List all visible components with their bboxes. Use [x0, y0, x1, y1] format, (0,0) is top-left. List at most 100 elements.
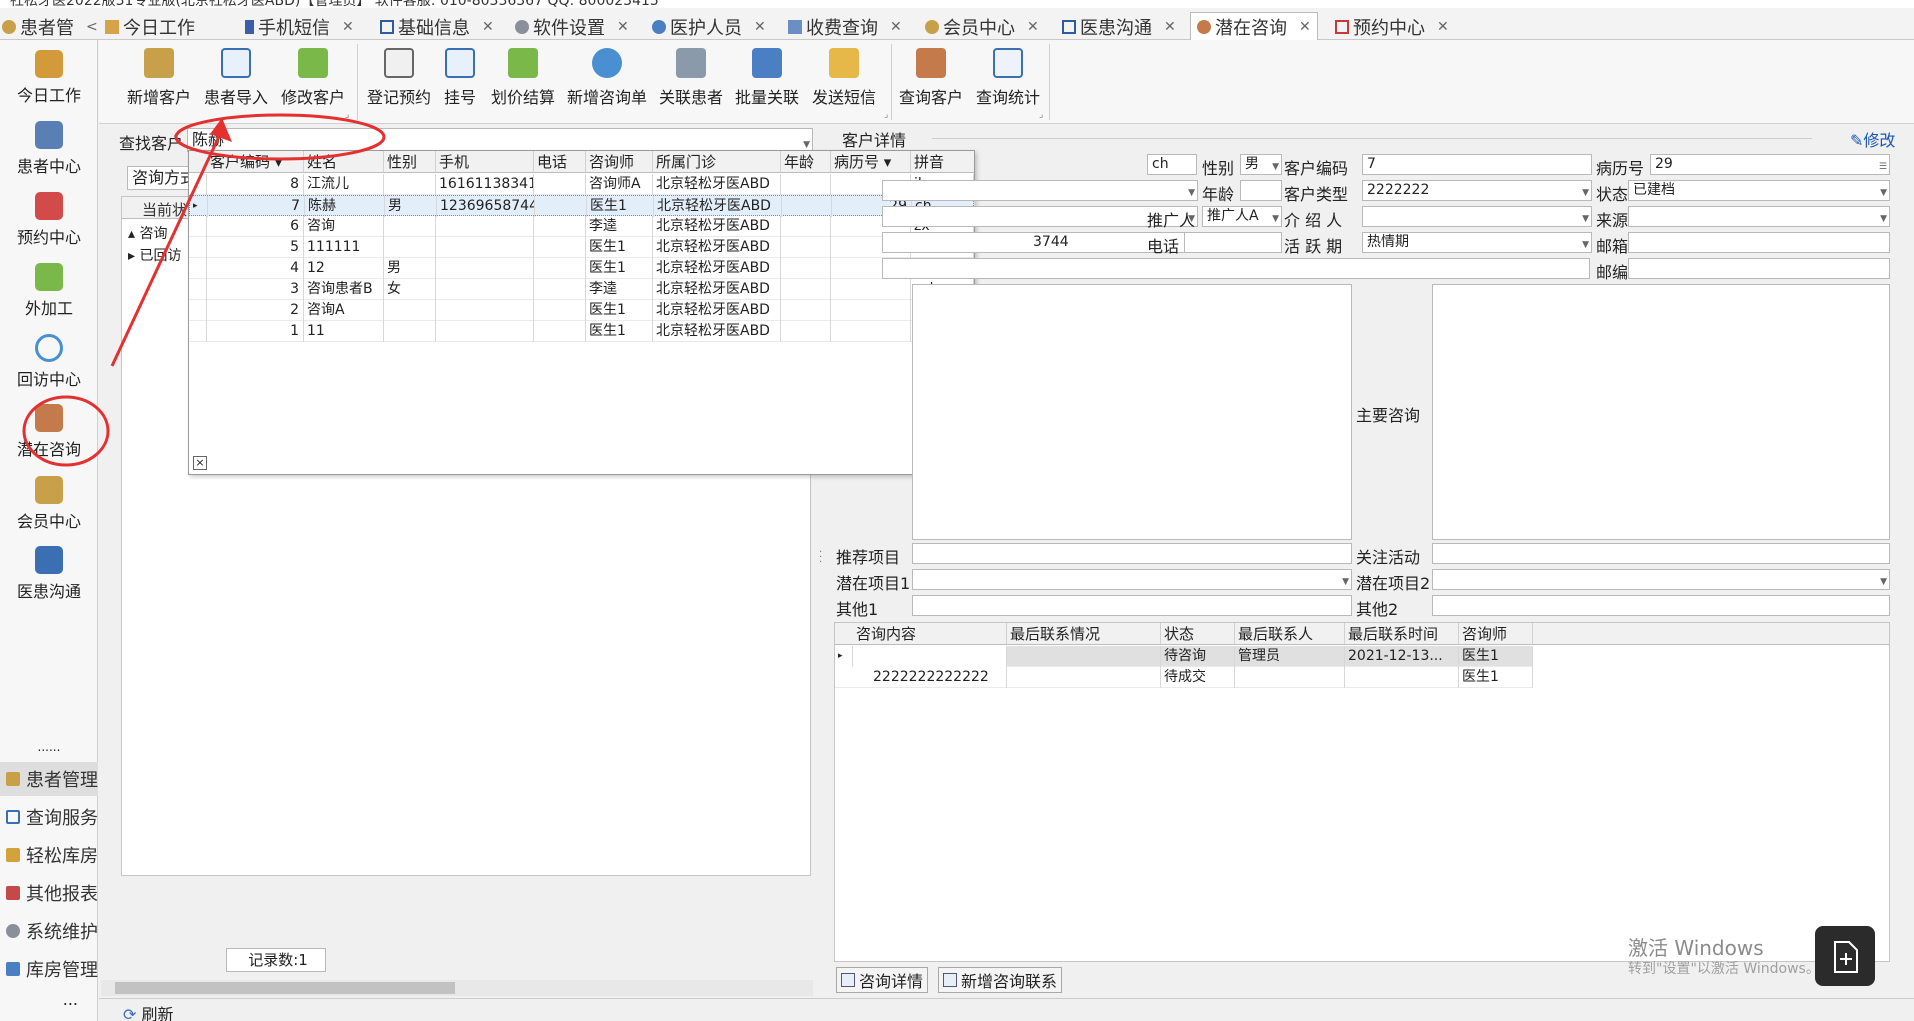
consult-detail-button[interactable]: 咨询详情 — [836, 967, 929, 993]
column-header[interactable]: 客户编码 ▾ — [207, 151, 304, 172]
search-input[interactable]: 陈赫 ▼ — [187, 128, 813, 152]
register-button[interactable]: 挂号 — [444, 48, 476, 108]
register-appointment-button[interactable]: 登记预约 — [367, 48, 431, 108]
tab-settings[interactable]: 软件设置 ✕ — [515, 14, 629, 40]
chevron-down-icon[interactable]: ▼ — [1880, 184, 1887, 200]
column-header[interactable]: 所属门诊 — [653, 151, 781, 172]
gender-select[interactable]: 男 ▼ — [1240, 154, 1282, 175]
chevron-down-icon[interactable]: ▼ — [1582, 184, 1589, 200]
nav-warehouse[interactable]: 轻松库房 — [0, 838, 98, 872]
source-select[interactable]: ▼ — [1628, 206, 1890, 227]
tree-row[interactable]: ▸ 已回访 — [128, 245, 181, 265]
refresh-button[interactable]: ⟳ 刷新 — [123, 1001, 174, 1021]
nav-potential-consult[interactable]: 潜在咨询 — [0, 404, 98, 460]
nav-patient-mgmt[interactable]: 患者管理 — [0, 762, 98, 796]
other1-field[interactable] — [912, 595, 1352, 616]
nav-maintenance[interactable]: 系统维护 — [0, 914, 98, 948]
nav-ellipsis[interactable]: ... — [0, 990, 98, 1009]
code-field[interactable]: 7 — [1362, 154, 1592, 175]
other2-field[interactable] — [1432, 595, 1890, 616]
tab-appointment[interactable]: 预约中心 ✕ — [1335, 14, 1449, 40]
group-expand-icon[interactable]: ⌟ — [1039, 110, 1043, 120]
nav-more[interactable]: ...... — [0, 740, 98, 754]
table-row[interactable]: 2222222222222 待成交 医生1 — [835, 667, 1533, 688]
close-icon[interactable]: ✕ — [1299, 19, 1311, 35]
tab-potential-consult[interactable]: 潜在咨询 ✕ — [1190, 12, 1318, 40]
query-stats-button[interactable]: 查询统计 — [976, 48, 1040, 108]
chevron-down-icon[interactable]: ▼ — [1582, 210, 1589, 226]
phone-field[interactable] — [1184, 232, 1282, 253]
column-header[interactable]: 最后联系时间 — [1345, 623, 1459, 644]
zip-field[interactable] — [1628, 258, 1890, 279]
chevron-down-icon[interactable]: ▼ — [1342, 573, 1349, 589]
type-select[interactable]: 2222222 ▼ — [1362, 180, 1592, 201]
group-expand-icon[interactable]: ⌟ — [884, 110, 888, 120]
active-select[interactable]: 热情期 ▼ — [1362, 232, 1592, 253]
column-header[interactable]: 状态 — [1161, 623, 1235, 644]
scroll-thumb[interactable] — [115, 982, 455, 994]
nav-member[interactable]: 会员中心 — [0, 476, 98, 532]
tab-member[interactable]: 会员中心 ✕ — [925, 14, 1039, 40]
column-header[interactable]: 最后联系情况 — [1007, 623, 1161, 644]
notes-textarea[interactable] — [912, 284, 1352, 540]
tab-communication[interactable]: 医患沟通 ✕ — [1062, 14, 1176, 40]
email-field[interactable] — [1628, 232, 1890, 253]
chevron-down-icon[interactable]: ▼ — [1880, 210, 1887, 226]
chevron-down-icon[interactable]: ▼ — [1272, 210, 1279, 226]
edit-link[interactable]: ✎修改 — [1850, 127, 1895, 151]
close-icon[interactable]: ✕ — [482, 19, 494, 35]
column-header[interactable]: 电话 — [534, 151, 586, 172]
age-field[interactable] — [1240, 180, 1282, 201]
chevron-left-icon[interactable]: < — [86, 19, 98, 35]
pinyin-field[interactable]: ch — [1147, 154, 1197, 175]
chevron-down-icon[interactable]: ▼ — [1582, 236, 1589, 252]
new-document-fab[interactable] — [1815, 926, 1875, 986]
import-patient-button[interactable]: 患者导入 — [204, 48, 268, 108]
batch-link-button[interactable]: 批量关联 — [735, 48, 799, 108]
status-select[interactable]: 已建档 ▼ — [1628, 180, 1890, 201]
nav-appointment[interactable]: 预约中心 — [0, 192, 98, 248]
close-icon[interactable]: ✕ — [1437, 19, 1449, 35]
close-icon[interactable]: ✕ — [754, 19, 766, 35]
close-icon[interactable]: ✕ — [342, 19, 354, 35]
close-icon[interactable]: ✕ — [1027, 19, 1039, 35]
promoter-select[interactable]: 推广人A ▼ — [1202, 206, 1282, 227]
edit-customer-button[interactable]: 修改客户 — [281, 48, 345, 108]
table-row[interactable]: ▸ 待咨询 管理员 2021-12-13... 医生1 — [835, 646, 1533, 667]
close-icon[interactable]: × — [193, 456, 207, 470]
address-field[interactable] — [882, 258, 1590, 279]
close-icon[interactable]: ✕ — [1164, 19, 1176, 35]
referrer-select[interactable]: ▼ — [1362, 206, 1592, 227]
add-consult-button[interactable]: 新增咨询单 — [567, 48, 647, 108]
nav-patient-center[interactable]: 患者中心 — [0, 121, 98, 177]
recommend-field[interactable] — [912, 543, 1352, 564]
column-header[interactable]: 咨询内容 — [853, 623, 1007, 644]
column-header[interactable]: 性别 — [384, 151, 436, 172]
nav-today[interactable]: 今日工作 — [0, 50, 98, 106]
send-sms-button[interactable]: 发送短信 — [812, 48, 876, 108]
potential2-select[interactable]: ▼ — [1432, 569, 1890, 590]
nav-storage[interactable]: 库房管理 — [0, 952, 98, 986]
close-icon[interactable]: ✕ — [617, 19, 629, 35]
nav-reports[interactable]: 其他报表 — [0, 876, 98, 910]
chevron-down-icon[interactable]: ▼ — [1880, 573, 1887, 589]
link-patient-button[interactable]: 关联患者 — [659, 48, 723, 108]
tab-billing[interactable]: 收费查询 ✕ — [788, 14, 902, 40]
main-consult-textarea[interactable] — [1432, 284, 1890, 540]
tree-row[interactable]: ▴ 咨询 — [128, 223, 167, 243]
query-customer-button[interactable]: 查询客户 — [899, 48, 963, 108]
name-select[interactable]: ▼ — [882, 180, 1198, 201]
splitter-handle[interactable]: · · · — [819, 548, 822, 568]
list-icon[interactable]: ☰ — [1879, 158, 1887, 174]
column-header[interactable]: 手机 — [436, 151, 534, 172]
tab-sms[interactable]: 手机短信 ✕ — [245, 14, 354, 40]
column-header[interactable]: 姓名 — [304, 151, 384, 172]
column-header[interactable]: 咨询师 — [1459, 623, 1533, 644]
nav-outsourcing[interactable]: 外加工 — [0, 263, 98, 319]
tab-today[interactable]: 今日工作 — [105, 14, 195, 40]
close-icon[interactable]: ✕ — [890, 19, 902, 35]
record-field[interactable]: 29 ☰ — [1650, 154, 1890, 175]
nav-followup[interactable]: 回访中心 — [0, 334, 98, 390]
column-header[interactable]: 最后联系人 — [1235, 623, 1345, 644]
nav-query[interactable]: 查询服务 — [0, 800, 98, 834]
